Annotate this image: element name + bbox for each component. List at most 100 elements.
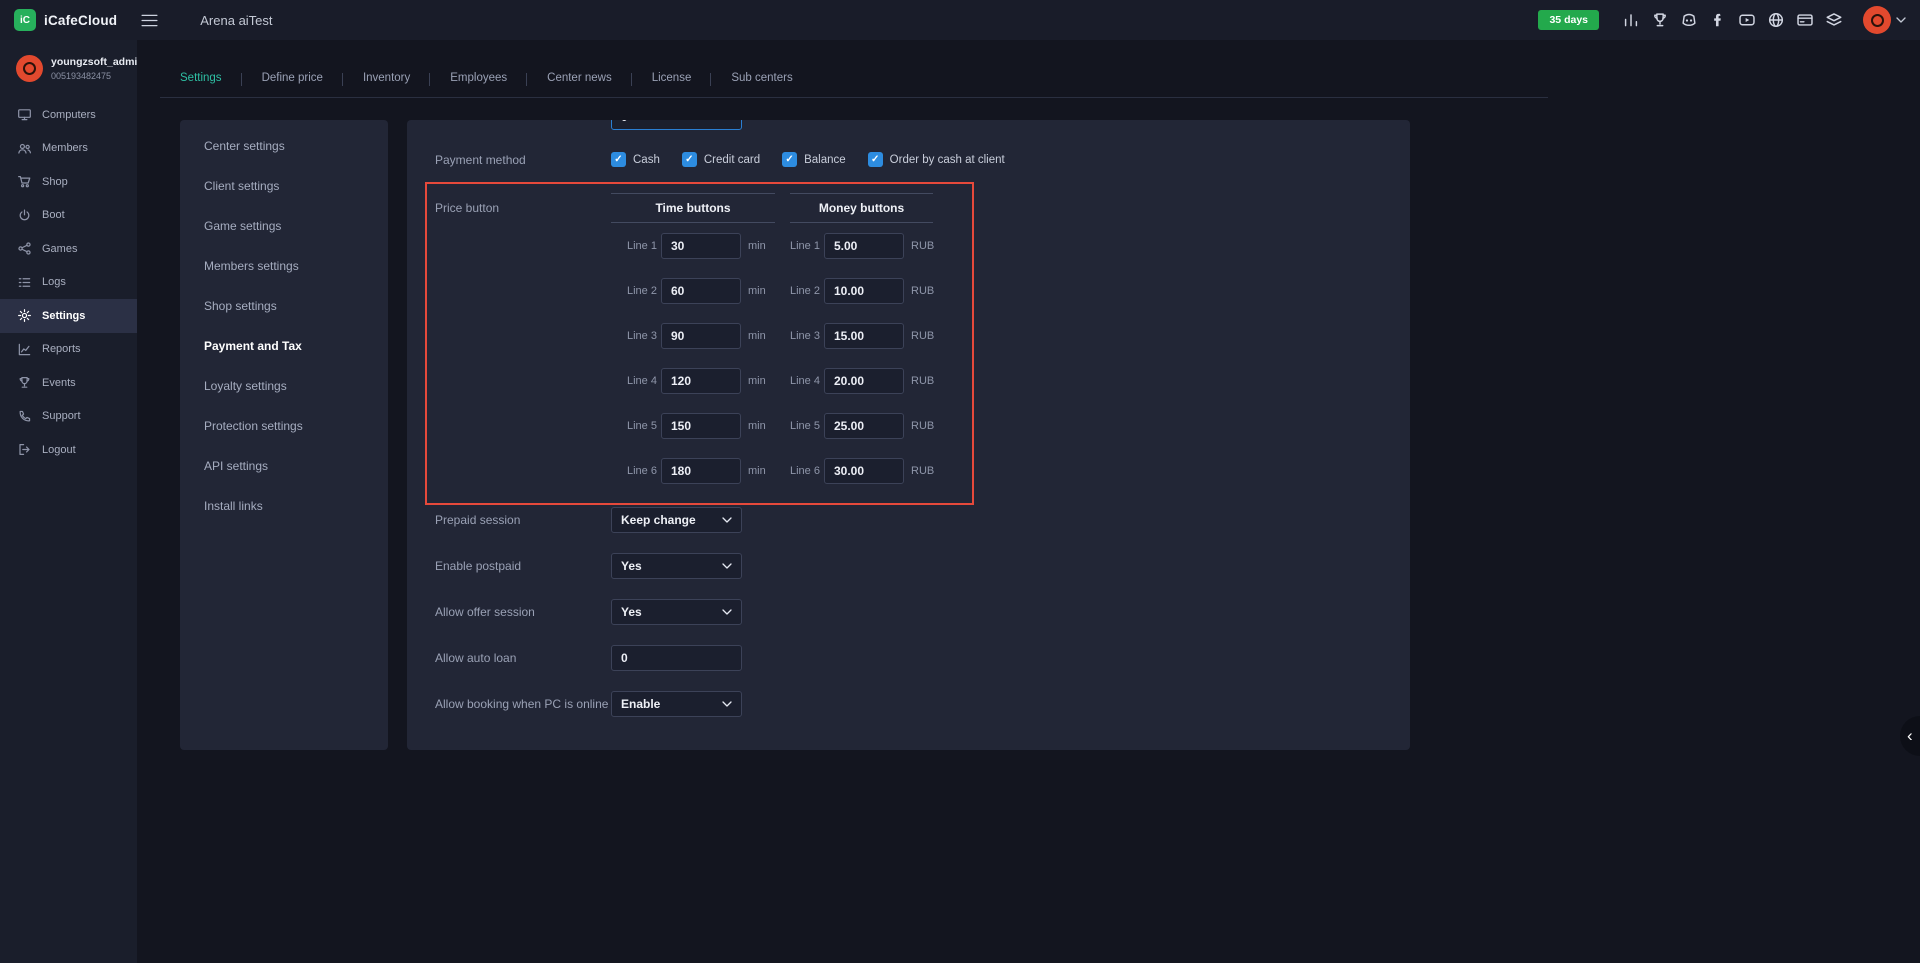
gear-icon: [17, 308, 32, 323]
checkbox-checked-icon: ✓: [782, 152, 797, 167]
cash-checkbox[interactable]: ✓ Cash: [611, 152, 660, 167]
trophy-icon[interactable]: [1651, 11, 1669, 29]
line-label: Line 6: [627, 465, 661, 477]
unit-label: min: [748, 330, 766, 342]
allow-auto-loan-input[interactable]: [611, 645, 742, 671]
sidebar-item-label: Shop: [42, 176, 68, 188]
time-line-row: Line 5 min: [611, 403, 775, 448]
license-days-badge[interactable]: 35 days: [1538, 10, 1599, 30]
nav-install-links[interactable]: Install links: [180, 486, 388, 526]
sidebar-item-label: Games: [42, 243, 77, 255]
money-line-5-input[interactable]: [824, 413, 904, 439]
credit-card-checkbox[interactable]: ✓ Credit card: [682, 152, 760, 167]
tab-license[interactable]: License: [632, 72, 712, 84]
sidebar-item-reports[interactable]: Reports: [0, 333, 137, 367]
youtube-icon[interactable]: [1738, 11, 1756, 29]
sidebar-item-logs[interactable]: Logs: [0, 266, 137, 300]
clipped-minutes-input[interactable]: [611, 120, 742, 130]
checkbox-label: Balance: [804, 154, 846, 166]
nav-game-settings[interactable]: Game settings: [180, 206, 388, 246]
chevron-down-icon: [1896, 17, 1906, 23]
sidebar-item-computers[interactable]: Computers: [0, 98, 137, 132]
sidebar: youngzsoft_admin 005193482475 Computers …: [0, 40, 137, 963]
allow-booking-select[interactable]: Enable: [611, 691, 742, 717]
checkbox-checked-icon: ✓: [682, 152, 697, 167]
nav-client-settings[interactable]: Client settings: [180, 166, 388, 206]
nav-payment-and-tax[interactable]: Payment and Tax: [180, 326, 388, 366]
partners-icon[interactable]: [1825, 11, 1843, 29]
nav-shop-settings[interactable]: Shop settings: [180, 286, 388, 326]
time-line-3-input[interactable]: [661, 323, 741, 349]
time-line-row: Line 3 min: [611, 313, 775, 358]
sidebar-item-boot[interactable]: Boot: [0, 199, 137, 233]
order-by-cash-checkbox[interactable]: ✓ Order by cash at client: [868, 152, 1005, 167]
sidebar-item-settings[interactable]: Settings: [0, 299, 137, 333]
topbar-actions: 35 days: [1538, 6, 1906, 34]
tab-center-news[interactable]: Center news: [527, 72, 632, 84]
stats-icon[interactable]: [1622, 11, 1640, 29]
time-line-6-input[interactable]: [661, 458, 741, 484]
time-line-2-input[interactable]: [661, 278, 741, 304]
discord-icon[interactable]: [1680, 11, 1698, 29]
line-label: Line 4: [627, 375, 661, 387]
clipped-row: minutes: [435, 120, 1382, 132]
tab-define-price[interactable]: Define price: [242, 72, 343, 84]
nav-center-settings[interactable]: Center settings: [180, 126, 388, 166]
sidebar-item-members[interactable]: Members: [0, 132, 137, 166]
chart-icon: [17, 342, 32, 357]
enable-postpaid-label: Enable postpaid: [435, 559, 611, 573]
sidebar-user[interactable]: youngzsoft_admin 005193482475: [0, 40, 137, 94]
money-line-row: Line 5 RUB: [790, 403, 933, 448]
balance-checkbox[interactable]: ✓ Balance: [782, 152, 846, 167]
prepaid-session-row: Prepaid session Keep change: [435, 507, 1382, 533]
time-line-4-input[interactable]: [661, 368, 741, 394]
unit-label: RUB: [911, 465, 934, 477]
power-icon: [17, 208, 32, 223]
sidebar-item-support[interactable]: Support: [0, 400, 137, 434]
app-logo[interactable]: iC iCafeCloud: [14, 9, 117, 31]
nav-loyalty-settings[interactable]: Loyalty settings: [180, 366, 388, 406]
sidebar-item-events[interactable]: Events: [0, 366, 137, 400]
money-line-2-input[interactable]: [824, 278, 904, 304]
money-line-6-input[interactable]: [824, 458, 904, 484]
unit-label: RUB: [911, 375, 934, 387]
enable-postpaid-row: Enable postpaid Yes: [435, 553, 1382, 579]
sidebar-item-label: Logs: [42, 276, 66, 288]
back-chevron-icon: ‹: [1907, 726, 1913, 746]
sidebar-item-logout[interactable]: Logout: [0, 433, 137, 467]
sidebar-item-games[interactable]: Games: [0, 232, 137, 266]
enable-postpaid-select[interactable]: Yes: [611, 553, 742, 579]
time-buttons-header: Time buttons: [611, 193, 775, 223]
billing-icon[interactable]: [1796, 11, 1814, 29]
nav-api-settings[interactable]: API settings: [180, 446, 388, 486]
clipped-row-suffix: minutes: [750, 120, 790, 123]
money-line-4-input[interactable]: [824, 368, 904, 394]
hamburger-menu-icon[interactable]: [141, 14, 158, 27]
allow-offer-session-select[interactable]: Yes: [611, 599, 742, 625]
time-line-row: Line 2 min: [611, 268, 775, 313]
payment-method-label: Payment method: [435, 153, 611, 167]
tab-settings[interactable]: Settings: [160, 72, 242, 84]
account-menu[interactable]: [1863, 6, 1906, 34]
globe-icon[interactable]: [1767, 11, 1785, 29]
money-line-3-input[interactable]: [824, 323, 904, 349]
tab-employees[interactable]: Employees: [430, 72, 527, 84]
time-line-1-input[interactable]: [661, 233, 741, 259]
line-label: Line 3: [627, 330, 661, 342]
tab-inventory[interactable]: Inventory: [343, 72, 430, 84]
time-line-5-input[interactable]: [661, 413, 741, 439]
money-line-row: Line 2 RUB: [790, 268, 933, 313]
select-value: Enable: [621, 697, 660, 711]
prepaid-session-select[interactable]: Keep change: [611, 507, 742, 533]
allow-offer-session-label: Allow offer session: [435, 605, 611, 619]
nav-members-settings[interactable]: Members settings: [180, 246, 388, 286]
unit-label: min: [748, 420, 766, 432]
line-label: Line 2: [627, 285, 661, 297]
avatar-graphic: [23, 62, 36, 75]
nav-protection-settings[interactable]: Protection settings: [180, 406, 388, 446]
tab-sub-centers[interactable]: Sub centers: [711, 72, 812, 84]
facebook-icon[interactable]: [1709, 11, 1727, 29]
select-value: Yes: [621, 605, 642, 619]
sidebar-item-shop[interactable]: Shop: [0, 165, 137, 199]
money-line-1-input[interactable]: [824, 233, 904, 259]
